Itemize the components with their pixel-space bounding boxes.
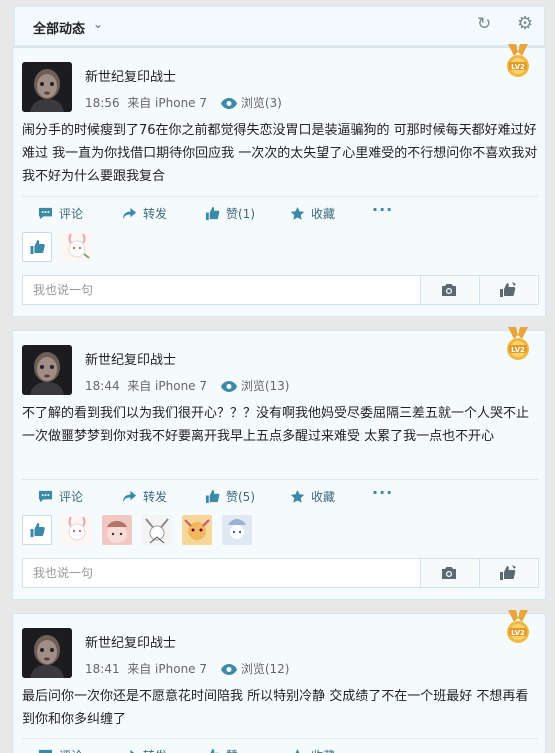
post-meta: 18:56 来自 iPhone 7 浏览(3) [85, 94, 282, 111]
post-meta: 18:41 来自 iPhone 7 浏览(12) [85, 660, 289, 677]
avatar[interactable] [22, 345, 72, 395]
avatar[interactable] [22, 628, 72, 678]
liker-avatar[interactable] [182, 515, 212, 545]
feed-post: 新世纪复印战士 18:56 来自 iPhone 7 浏览(3) 闹分手的时候瘦到… [12, 47, 546, 317]
like-label: 赞 [226, 749, 238, 753]
liker-avatar[interactable] [222, 515, 252, 545]
comment-box [22, 275, 539, 305]
camera-icon [440, 565, 458, 581]
post-source: 来自 iPhone 7 [127, 379, 208, 393]
send-like-button[interactable] [479, 276, 537, 304]
star-icon [290, 489, 305, 504]
post-text: 最后问你一次你还是不愿意花时间陪我 所以特别冷静 交成绩了不在一个班最好 不想再… [22, 689, 529, 727]
like-button[interactable]: 赞(1) [205, 205, 255, 222]
liker-avatar[interactable] [142, 515, 172, 545]
thumb-icon [499, 282, 517, 298]
post-source: 来自 iPhone 7 [127, 662, 208, 676]
liker-avatar[interactable] [62, 515, 92, 545]
username[interactable]: 新世纪复印战士 [85, 349, 176, 368]
comment-icon [38, 206, 53, 221]
feed-header: 全部动态 ⌄ ↻ ⚙ [14, 6, 545, 46]
level-medal-icon [505, 44, 531, 80]
view-count: 浏览(13) [240, 379, 290, 393]
add-photo-button[interactable] [420, 276, 478, 304]
liked-thumb-button[interactable] [22, 232, 52, 262]
favorite-button[interactable]: 收藏 [290, 488, 335, 505]
feed-filter-dropdown[interactable]: 全部动态 [33, 18, 85, 37]
favorite-label: 收藏 [311, 207, 336, 221]
thumbs-up-icon [205, 489, 220, 504]
comment-button[interactable]: 评论 [38, 205, 83, 222]
star-icon [290, 748, 305, 753]
post-meta: 18:44 来自 iPhone 7 浏览(13) [85, 377, 289, 394]
favorite-label: 收藏 [311, 749, 335, 753]
gear-icon[interactable]: ⚙ [517, 13, 533, 34]
forward-icon [122, 206, 137, 221]
post-actions: 评论 转发 赞(5) 收藏 ··· [22, 479, 538, 513]
star-icon [290, 206, 305, 221]
chevron-down-icon[interactable]: ⌄ [93, 17, 103, 31]
post-time: 18:41 [85, 662, 120, 676]
forward-icon [122, 489, 137, 504]
post-actions: 评论 转发 赞 收藏 [22, 738, 538, 753]
more-options-icon[interactable]: ··· [372, 483, 393, 502]
forward-label: 转发 [143, 490, 168, 504]
view-count: 浏览(12) [240, 662, 290, 676]
thumb-icon [499, 565, 517, 581]
forward-label: 转发 [143, 207, 168, 221]
forward-label: 转发 [143, 749, 167, 753]
level-medal-icon [505, 610, 531, 646]
level-medal-icon [505, 327, 531, 363]
view-count: 浏览(3) [240, 96, 282, 110]
comment-input[interactable] [23, 559, 421, 587]
comment-label: 评论 [59, 490, 84, 504]
favorite-button[interactable]: 收藏 [290, 205, 335, 222]
username[interactable]: 新世纪复印战士 [85, 66, 176, 85]
forward-button[interactable]: 转发 [122, 488, 167, 505]
post-time: 18:56 [85, 96, 120, 110]
post-text: 闹分手的时候瘦到了76在你之前都觉得失恋没胃口是装逼骗狗的 可那时候每天都好难过… [22, 123, 538, 184]
eye-icon [220, 381, 237, 392]
avatar[interactable] [22, 62, 72, 112]
feed-post: 新世纪复印战士 18:41 来自 iPhone 7 浏览(12) 最后问你一次你… [12, 613, 546, 753]
username[interactable]: 新世纪复印战士 [85, 632, 176, 651]
eye-icon [220, 664, 237, 675]
refresh-icon[interactable]: ↻ [477, 14, 491, 34]
liked-thumb-button[interactable] [22, 515, 52, 545]
add-photo-button[interactable] [420, 559, 478, 587]
feed-post: 新世纪复印战士 18:44 来自 iPhone 7 浏览(13) 不了解的看到我… [12, 330, 546, 600]
favorite-label: 收藏 [311, 490, 336, 504]
more-options-icon[interactable]: ··· [372, 200, 393, 219]
forward-button[interactable]: 转发 [122, 747, 167, 753]
comment-box [22, 558, 539, 588]
comment-icon [38, 489, 53, 504]
camera-icon [440, 282, 458, 298]
thumbs-up-icon [205, 748, 220, 753]
thumbs-up-icon [205, 206, 220, 221]
eye-icon [220, 98, 237, 109]
forward-button[interactable]: 转发 [122, 205, 167, 222]
favorite-button[interactable]: 收藏 [290, 747, 335, 753]
post-time: 18:44 [85, 379, 120, 393]
like-label: 赞(5) [226, 490, 255, 504]
comment-icon [38, 748, 53, 753]
liker-avatar[interactable] [62, 232, 92, 262]
like-button[interactable]: 赞(5) [205, 488, 255, 505]
forward-icon [122, 748, 137, 753]
comment-label: 评论 [59, 749, 83, 753]
post-text: 不了解的看到我们以为我们很开心？？？没有啊我他妈受尽委屈隔三差五就一个人哭不止一… [22, 406, 530, 444]
like-label: 赞(1) [226, 207, 255, 221]
comment-button[interactable]: 评论 [38, 488, 83, 505]
comment-label: 评论 [59, 207, 84, 221]
like-button[interactable]: 赞 [205, 747, 238, 753]
post-actions: 评论 转发 赞(1) 收藏 ··· [22, 196, 538, 230]
post-source: 来自 iPhone 7 [127, 96, 208, 110]
comment-input[interactable] [23, 276, 421, 304]
liker-avatar[interactable] [102, 515, 132, 545]
send-like-button[interactable] [479, 559, 537, 587]
comment-button[interactable]: 评论 [38, 747, 83, 753]
